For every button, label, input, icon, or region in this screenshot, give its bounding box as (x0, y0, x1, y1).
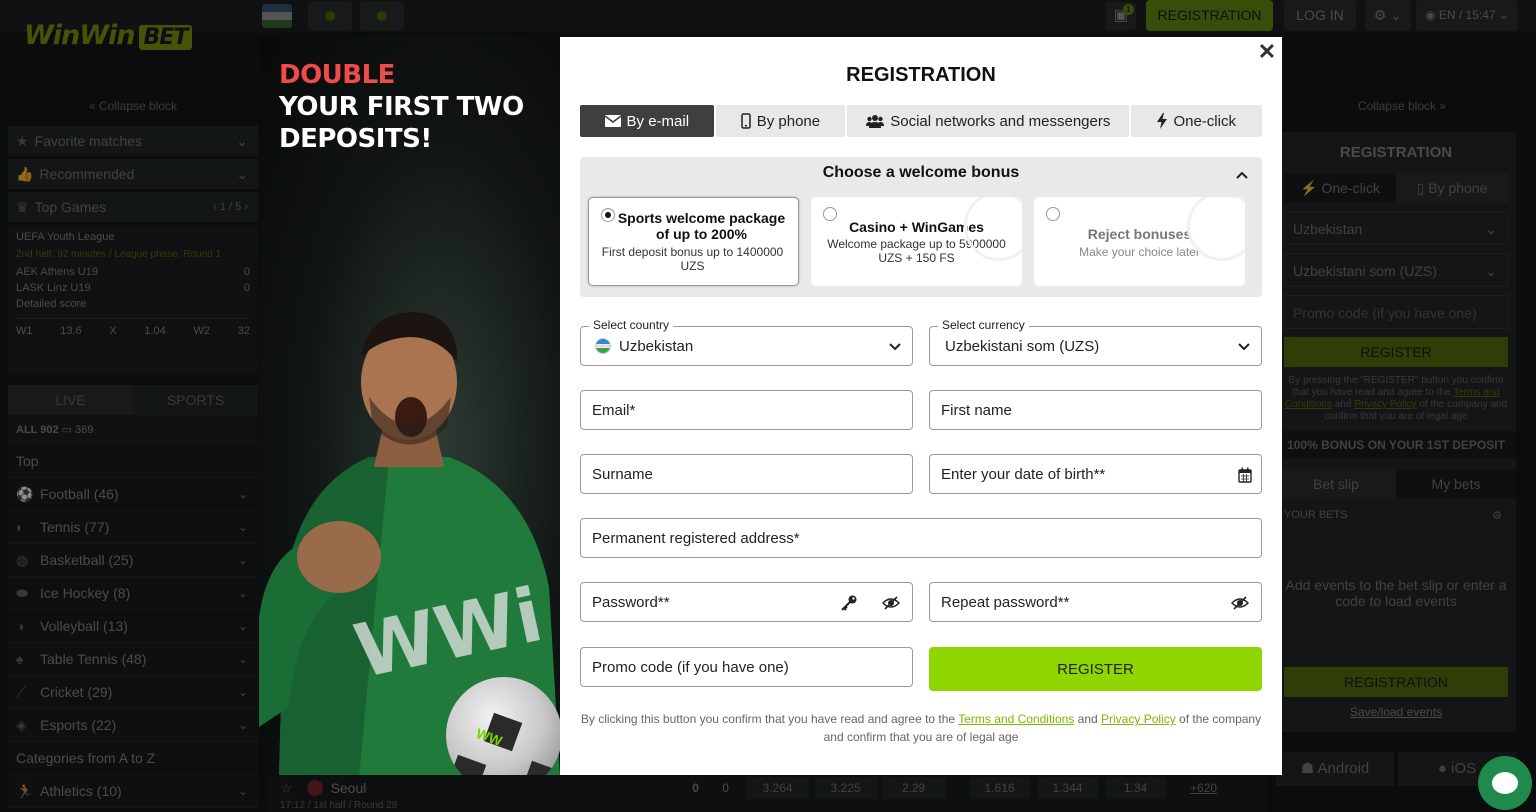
modal-title: REGISTRATION (846, 64, 996, 86)
chevron-down-icon (889, 343, 901, 351)
tab-by-email[interactable]: By e-mail (580, 105, 714, 137)
radio-unselected[interactable] (1046, 207, 1060, 221)
bonus-option-casino[interactable]: Casino + WinGames Welcome package up to … (811, 197, 1022, 286)
registration-method-tabs: By e-mail By phone Social networks and m… (580, 105, 1262, 137)
email-field[interactable]: Email* (580, 390, 913, 430)
promo-line-2: YOUR FIRST TWO (279, 92, 524, 122)
surname-field[interactable]: Surname (580, 454, 913, 494)
tab-social-networks[interactable]: Social networks and messengers (847, 105, 1130, 137)
radio-unselected[interactable] (823, 207, 837, 221)
privacy-policy-link[interactable]: Privacy Policy (1101, 712, 1176, 726)
country-select[interactable]: Select country Uzbekistan (580, 318, 913, 366)
close-icon[interactable]: ✕ (1256, 40, 1278, 64)
bonus-option-reject[interactable]: Reject bonuses Make your choice later (1034, 197, 1245, 286)
terms-notice: By clicking this button you confirm that… (580, 712, 1262, 744)
bonus-option-sports[interactable]: Sports welcome package of up to 200% Fir… (588, 197, 799, 286)
country-value: Uzbekistan (619, 337, 694, 355)
country-label: Select country (589, 318, 674, 332)
promo-headline: DOUBLE YOUR FIRST TWO DEPOSITS! (279, 59, 524, 155)
users-icon (866, 115, 885, 128)
radio-selected[interactable] (601, 208, 615, 222)
chat-icon (1492, 772, 1518, 794)
eye-slash-icon[interactable] (1231, 594, 1249, 612)
chevron-up-icon[interactable] (1234, 167, 1250, 183)
currency-select[interactable]: Select currency Uzbekistani som (UZS) (929, 318, 1262, 366)
promo-line-3: DEPOSITS! (279, 124, 432, 154)
envelope-icon (604, 115, 621, 127)
welcome-bonus-section: Choose a welcome bonus Sports welcome pa… (580, 157, 1262, 297)
promo-line-1: DOUBLE (279, 60, 395, 90)
currency-label: Select currency (938, 318, 1029, 332)
promo-code-field[interactable]: Promo code (if you have one) (580, 647, 913, 687)
chevron-down-icon (1238, 343, 1250, 351)
tab-by-phone[interactable]: By phone (715, 105, 846, 137)
currency-value: Uzbekistani som (UZS) (945, 337, 1100, 355)
calendar-icon[interactable] (1238, 467, 1252, 483)
phone-icon (740, 113, 751, 129)
password-field[interactable]: Password** (580, 582, 913, 622)
date-of-birth-field[interactable]: Enter your date of birth** (929, 454, 1262, 494)
register-button[interactable]: REGISTER (929, 647, 1262, 691)
chat-button[interactable] (1478, 756, 1532, 810)
uzbekistan-flag-icon (595, 338, 611, 354)
lightning-icon (1157, 113, 1168, 129)
address-field[interactable]: Permanent registered address* (580, 518, 1262, 558)
terms-link[interactable]: Terms and Conditions (958, 712, 1074, 726)
key-icon[interactable] (840, 594, 858, 612)
registration-modal: REGISTRATION ✕ By e-mail By phone Social… (560, 37, 1282, 775)
bonus-section-title: Choose a welcome bonus (822, 164, 1020, 181)
first-name-field[interactable]: First name (929, 390, 1262, 430)
promo-banner: DOUBLE YOUR FIRST TWO DEPOSITS! WWi WW (259, 37, 560, 775)
eye-slash-icon[interactable] (882, 594, 900, 612)
repeat-password-field[interactable]: Repeat password** (929, 582, 1262, 622)
tab-one-click[interactable]: One-click (1131, 105, 1262, 137)
